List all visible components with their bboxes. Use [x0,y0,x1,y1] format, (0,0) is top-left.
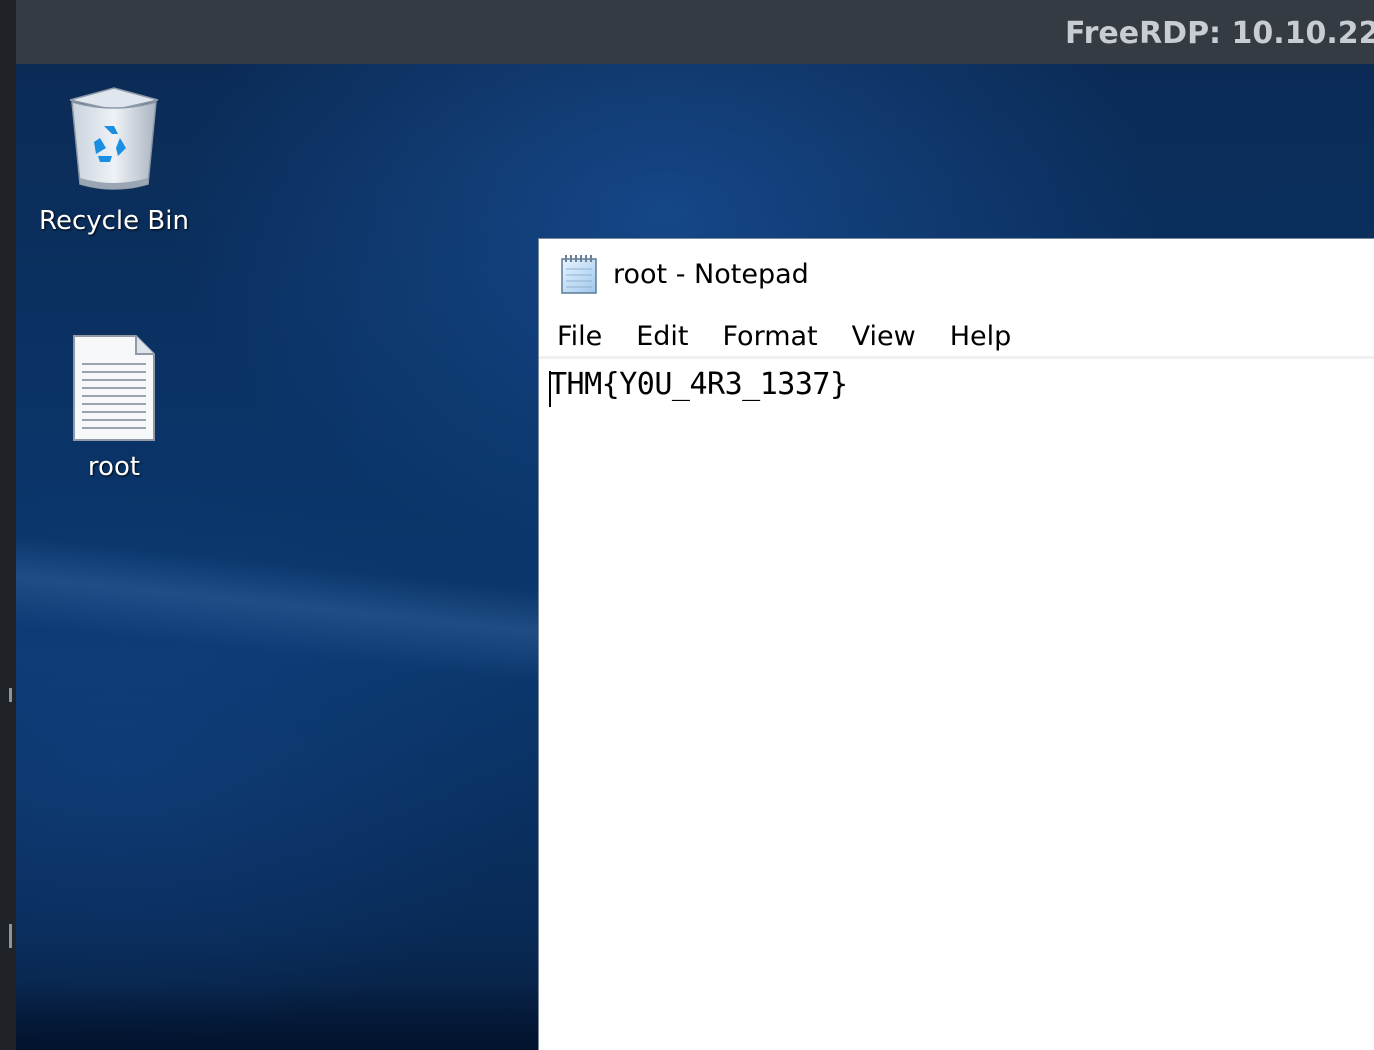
notepad-text-area[interactable]: THM{Y0U_4R3_1337} [539,361,1374,1050]
recycle-bin-icon [16,84,212,200]
notepad-menubar: File Edit Format View Help [539,317,1374,359]
menu-format[interactable]: Format [705,321,834,352]
notepad-window[interactable]: root - Notepad File Edit Format View Hel… [538,238,1374,1050]
desktop-icon-label: root [87,452,141,482]
rdp-window-titlebar[interactable]: FreeRDP: 10.10.22 [16,0,1374,64]
desktop-icon-recycle-bin[interactable]: Recycle Bin [16,84,212,236]
menu-file[interactable]: File [539,321,619,352]
menu-help[interactable]: Help [933,321,1029,352]
host-edge-mark [9,924,12,948]
host-side-strip [0,0,16,1050]
rdp-window-title: FreeRDP: 10.10.22 [1065,16,1374,51]
menu-view[interactable]: View [835,321,933,352]
notepad-text-content: THM{Y0U_4R3_1337} [549,367,848,402]
wallpaper-light-streak [16,534,618,689]
host-edge-mark [9,688,12,702]
notepad-icon [559,253,599,295]
desktop-icon-root[interactable]: root [16,334,212,482]
notepad-window-title: root - Notepad [613,259,809,290]
screen: FreeRDP: 10.10.22 Recycle Bin root root … [0,0,1374,1050]
desktop-icon-label: Recycle Bin [39,206,189,236]
text-caret [549,371,551,407]
text-document-icon [16,334,212,446]
notepad-titlebar[interactable]: root - Notepad [539,239,1374,311]
menu-edit[interactable]: Edit [619,321,705,352]
